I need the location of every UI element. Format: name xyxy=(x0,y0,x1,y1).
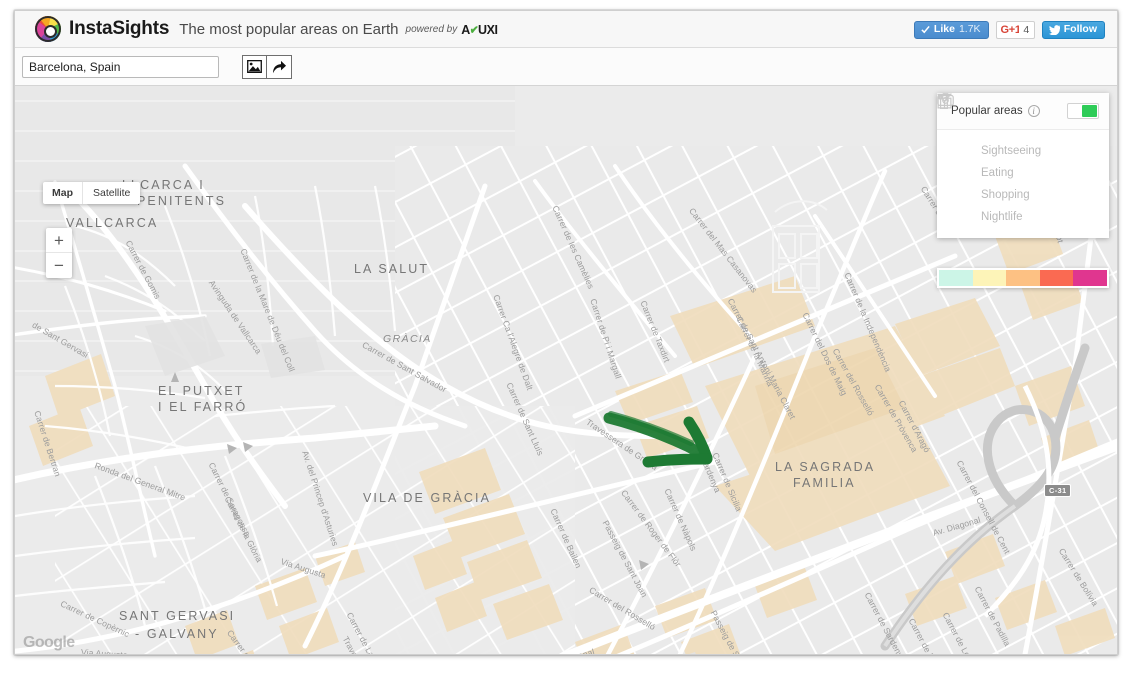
highway-shield-c31: C-31 xyxy=(1044,484,1072,497)
heatmap-intensity-legend xyxy=(937,268,1109,288)
category-label: Eating xyxy=(981,167,1014,179)
social-buttons: Like 1.7K G+1 4 Follow xyxy=(913,21,1105,39)
zoom-out-button[interactable]: − xyxy=(46,253,72,278)
zoom-control[interactable]: + − xyxy=(46,228,72,278)
map-canvas[interactable]: Map Satellite + − C-31 Google LLCARCA IP… xyxy=(15,86,1117,654)
panel-title: Popular areas xyxy=(951,105,1023,117)
category-item-shopping[interactable]: Shopping xyxy=(937,93,1109,206)
panel-header: Popular areas i xyxy=(937,93,1109,130)
share-button[interactable] xyxy=(267,54,292,79)
green-check-icon: ✔ xyxy=(469,21,479,38)
image-icon xyxy=(247,60,262,73)
category-item-nightlife[interactable]: Nightlife xyxy=(937,93,1109,228)
map-type-map[interactable]: Map xyxy=(43,182,82,204)
info-icon[interactable]: i xyxy=(1027,105,1040,117)
twitter-bird-icon xyxy=(1048,24,1060,35)
legend-swatch xyxy=(1073,270,1107,286)
gplus-count: 4 xyxy=(1018,21,1035,39)
legend-swatch xyxy=(939,270,973,286)
partner-brand-post: UXI xyxy=(477,22,498,37)
google-watermark: Google xyxy=(23,634,75,651)
powered-by-label: powered by xyxy=(405,23,458,35)
category-label: Sightseeing xyxy=(981,145,1042,157)
search-toolbar xyxy=(15,48,1117,86)
category-label: Nightlife xyxy=(981,211,1023,223)
page-header: InstaSights The most popular areas on Ea… xyxy=(15,11,1117,48)
category-item-eating[interactable]: Eating xyxy=(937,93,1109,184)
search-input[interactable] xyxy=(22,55,219,78)
legend-swatch xyxy=(1039,270,1074,286)
legend-swatch xyxy=(972,270,1007,286)
app-window: InstaSights The most popular areas on Ea… xyxy=(0,0,1132,676)
browser-frame: InstaSights The most popular areas on Ea… xyxy=(14,10,1118,655)
share-arrow-icon xyxy=(272,60,286,73)
category-item-sightseeing[interactable]: Sightseeing xyxy=(937,93,1109,162)
follow-label: Follow xyxy=(1063,23,1097,35)
popular-areas-panel[interactable]: Popular areas i Sightseeing Eating Shopp… xyxy=(937,93,1109,238)
brand-logo[interactable]: InstaSights xyxy=(35,16,169,42)
tagline: The most popular areas on Earth xyxy=(179,20,399,38)
check-icon xyxy=(921,25,930,34)
like-count: 1.7K xyxy=(958,23,981,35)
partner-logo-auxi[interactable]: A✔UXI xyxy=(461,21,498,38)
image-button[interactable] xyxy=(242,54,267,79)
camera-aperture-icon xyxy=(35,16,61,42)
brand-name: InstaSights xyxy=(69,18,170,39)
gplus-label: G+1 xyxy=(1000,24,1022,36)
facebook-like-button[interactable]: Like 1.7K xyxy=(913,21,989,39)
google-plus-one[interactable]: G+1 4 xyxy=(995,21,1035,39)
zoom-in-button[interactable]: + xyxy=(46,228,72,253)
category-label: Shopping xyxy=(981,189,1030,201)
twitter-follow-button[interactable]: Follow xyxy=(1041,21,1105,39)
map-type-satellite[interactable]: Satellite xyxy=(82,182,140,204)
map-type-control[interactable]: Map Satellite xyxy=(43,182,141,204)
popular-areas-toggle[interactable] xyxy=(1067,103,1099,119)
legend-swatch xyxy=(1006,270,1040,286)
like-label: Like xyxy=(933,23,955,35)
category-list: Sightseeing Eating Shopping Nightlife xyxy=(937,93,1109,238)
status-bar: https://www.instasights.com Heat Maps by… xyxy=(15,654,1117,655)
